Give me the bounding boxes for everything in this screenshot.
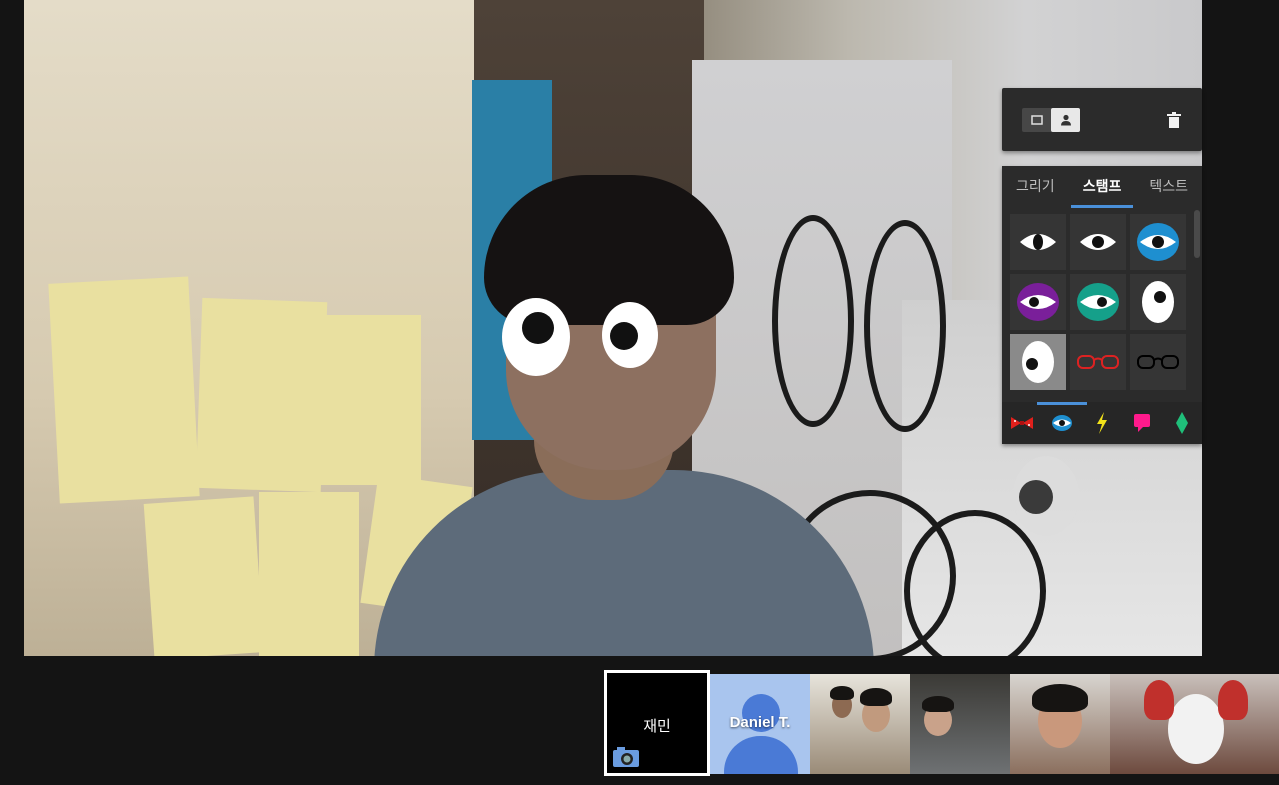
mode-toggle[interactable] — [1022, 108, 1080, 132]
video-note — [143, 496, 265, 656]
participant-name: Daniel T. — [729, 714, 791, 731]
video-bike-wheel — [772, 215, 854, 427]
participant-hair — [1032, 684, 1088, 712]
eye-icon[interactable] — [1037, 402, 1087, 438]
eye-tall-icon[interactable] — [1130, 274, 1186, 330]
video-note — [259, 492, 359, 656]
gem-icon[interactable] — [1167, 408, 1197, 438]
trash-icon[interactable] — [1162, 108, 1186, 132]
video-bike-wheel — [864, 220, 946, 432]
eye-blue-icon[interactable] — [1130, 214, 1186, 270]
black-glasses-icon[interactable] — [1130, 334, 1186, 390]
participant-mask — [1168, 694, 1224, 764]
googly-eye-sticker[interactable] — [502, 298, 570, 376]
participant-thumb[interactable] — [810, 674, 910, 774]
stamp-scrollbar[interactable] — [1194, 210, 1200, 258]
participant-hair — [1218, 680, 1248, 720]
bowtie-icon[interactable] — [1007, 408, 1037, 438]
eye-round-icon[interactable] — [1070, 214, 1126, 270]
effects-toolbar — [1002, 88, 1202, 151]
tab-draw[interactable]: 그리기 — [1002, 166, 1069, 208]
rectangle-icon[interactable] — [1022, 108, 1051, 132]
stamp-preview-pupil — [1019, 480, 1053, 514]
avatar-body — [724, 736, 798, 774]
participant-thumb[interactable] — [910, 674, 1010, 774]
participant-hair — [1144, 680, 1174, 720]
eye-googly-icon[interactable] — [1010, 334, 1066, 390]
participant-thumb-self[interactable]: 재민 — [604, 670, 710, 776]
tab-stamp[interactable]: 스탬프 — [1069, 166, 1136, 208]
stamp-category-bar — [1002, 402, 1202, 444]
participant-hair — [830, 686, 854, 700]
stamp-drag-preview[interactable] — [1013, 456, 1079, 536]
camera-icon — [613, 747, 639, 767]
video-note — [48, 276, 200, 504]
participant-hair — [922, 696, 954, 712]
eye-green-icon[interactable] — [1070, 274, 1126, 330]
effects-tabs: 그리기 스탬프 텍스트 — [1002, 166, 1202, 208]
lightning-icon[interactable] — [1087, 408, 1117, 438]
googly-pupil — [610, 322, 638, 350]
participant-hair — [860, 688, 892, 706]
tab-text[interactable]: 텍스트 — [1135, 166, 1202, 208]
participant-thumb[interactable] — [1010, 674, 1110, 774]
participant-name: 재민 — [643, 718, 671, 735]
red-glasses-icon[interactable] — [1070, 334, 1126, 390]
googly-pupil — [522, 312, 554, 344]
participant-thumb[interactable] — [1110, 674, 1279, 774]
stamp-grid — [1010, 214, 1190, 390]
person-icon[interactable] — [1051, 108, 1080, 132]
video-note — [316, 315, 421, 485]
eye-almond-icon[interactable] — [1010, 214, 1066, 270]
eye-purple-icon[interactable] — [1010, 274, 1066, 330]
stamp-panel: 그리기 스탬프 텍스트 — [1002, 166, 1202, 444]
googly-eye-sticker[interactable] — [602, 302, 658, 368]
participant-thumb[interactable]: Daniel T. — [710, 674, 810, 774]
video-note — [195, 297, 328, 493]
speech-bubble-icon[interactable] — [1127, 408, 1157, 438]
participant-filmstrip: 재민 Daniel T. — [604, 670, 1279, 777]
